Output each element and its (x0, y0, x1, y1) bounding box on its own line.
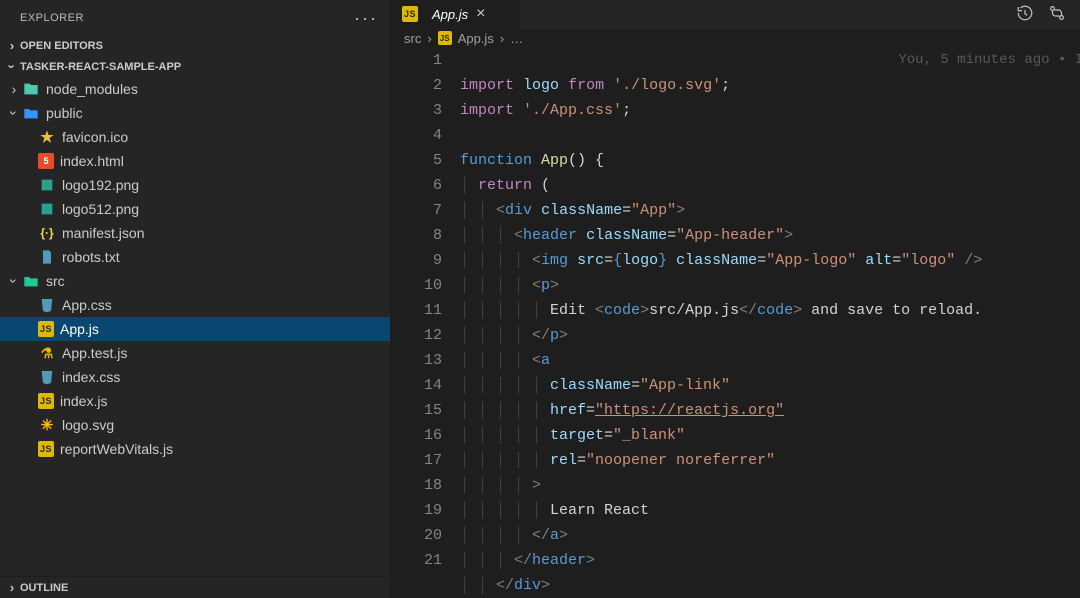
tab-bar: JS App.js × (390, 0, 1080, 29)
tree-file-app-css[interactable]: App.css (0, 293, 390, 317)
breadcrumbs[interactable]: src › JS App.js › … (390, 29, 1080, 48)
tree-file-index-css[interactable]: index.css (0, 365, 390, 389)
js-icon: JS (38, 321, 54, 337)
svg-icon: ✳ (38, 416, 56, 434)
open-editors-label: OPEN EDITORS (20, 40, 103, 52)
tree-label: src (46, 273, 65, 289)
breadcrumb-rest[interactable]: … (510, 31, 523, 46)
file-tree: › node_modules › public ★ favicon.ico 5 … (0, 77, 390, 576)
folder-open-icon (22, 104, 40, 122)
chevron-right-icon: › (4, 38, 20, 53)
tree-label: logo512.png (62, 201, 139, 217)
js-icon: JS (38, 441, 54, 457)
flask-icon: ⚗ (38, 344, 56, 362)
editor-actions (1016, 0, 1080, 29)
breadcrumb-folder[interactable]: src (404, 31, 421, 46)
timeline-icon[interactable] (1016, 4, 1034, 25)
tree-file-index-html[interactable]: 5 index.html (0, 149, 390, 173)
document-icon (38, 248, 56, 266)
css-icon (38, 296, 56, 314)
tree-file-webvitals[interactable]: JS reportWebVitals.js (0, 437, 390, 461)
line-number-gutter: 123456789101112131415161718192021 (390, 48, 460, 598)
tree-file-logo512[interactable]: logo512.png (0, 197, 390, 221)
tab-app-js[interactable]: JS App.js × (390, 0, 520, 29)
project-section[interactable]: › TASKER-REACT-SAMPLE-APP (0, 56, 390, 77)
explorer-title: EXPLORER (20, 12, 84, 24)
tree-label: App.test.js (62, 345, 127, 361)
js-icon: JS (402, 6, 418, 22)
folder-open-icon (22, 272, 40, 290)
compare-changes-icon[interactable] (1048, 4, 1066, 25)
tree-label: manifest.json (62, 225, 144, 241)
tab-filename: App.js (432, 7, 468, 22)
tree-label: logo192.png (62, 177, 139, 193)
editor-pane: JS App.js × src › JS App.js › … 12 (390, 0, 1080, 598)
folder-icon (22, 80, 40, 98)
tree-file-index-js[interactable]: JS index.js (0, 389, 390, 413)
open-editors-section[interactable]: › OPEN EDITORS (0, 35, 390, 56)
chevron-down-icon: › (5, 59, 20, 75)
chevron-right-icon: › (500, 31, 504, 46)
star-icon: ★ (38, 128, 56, 146)
tree-label: logo.svg (62, 417, 114, 433)
tree-folder-node-modules[interactable]: › node_modules (0, 77, 390, 101)
js-icon: JS (38, 393, 54, 409)
js-icon: JS (438, 31, 452, 45)
chevron-down-icon: › (6, 105, 22, 121)
close-icon[interactable]: × (476, 5, 485, 23)
tree-label: public (46, 105, 83, 121)
tree-label: App.css (62, 297, 112, 313)
outline-label: OUTLINE (20, 582, 68, 594)
json-icon: {·} (38, 224, 56, 242)
project-name: TASKER-REACT-SAMPLE-APP (20, 61, 181, 73)
tree-file-favicon[interactable]: ★ favicon.ico (0, 125, 390, 149)
git-blame-annotation: You, 5 minutes ago • Ini (898, 48, 1080, 73)
tree-file-app-js[interactable]: JS App.js (0, 317, 390, 341)
tree-label: index.html (60, 153, 124, 169)
outline-section[interactable]: › OUTLINE (0, 576, 390, 598)
tree-file-robots[interactable]: robots.txt (0, 245, 390, 269)
code-lines[interactable]: You, 5 minutes ago • Iniimport logo from… (460, 48, 1080, 598)
tree-file-manifest[interactable]: {·} manifest.json (0, 221, 390, 245)
tree-folder-src[interactable]: › src (0, 269, 390, 293)
breadcrumb-file[interactable]: App.js (458, 31, 494, 46)
explorer-sidebar: EXPLORER ··· › OPEN EDITORS › TASKER-REA… (0, 0, 390, 598)
code-editor[interactable]: 123456789101112131415161718192021 You, 5… (390, 48, 1080, 598)
tree-label: node_modules (46, 81, 138, 97)
tree-file-app-test[interactable]: ⚗ App.test.js (0, 341, 390, 365)
explorer-header: EXPLORER ··· (0, 0, 390, 35)
tree-label: favicon.ico (62, 129, 128, 145)
chevron-right-icon: › (6, 81, 22, 97)
chevron-right-icon: › (4, 580, 20, 595)
tree-folder-public[interactable]: › public (0, 101, 390, 125)
image-icon (38, 200, 56, 218)
tree-file-logo-svg[interactable]: ✳ logo.svg (0, 413, 390, 437)
chevron-right-icon: › (427, 31, 431, 46)
tree-label: reportWebVitals.js (60, 441, 173, 457)
tree-label: index.css (62, 369, 120, 385)
tree-file-logo192[interactable]: logo192.png (0, 173, 390, 197)
tree-label: index.js (60, 393, 107, 409)
tree-label: robots.txt (62, 249, 120, 265)
tree-label: App.js (60, 321, 99, 337)
css-icon (38, 368, 56, 386)
image-icon (38, 176, 56, 194)
chevron-down-icon: › (6, 273, 22, 289)
html5-icon: 5 (38, 153, 54, 169)
